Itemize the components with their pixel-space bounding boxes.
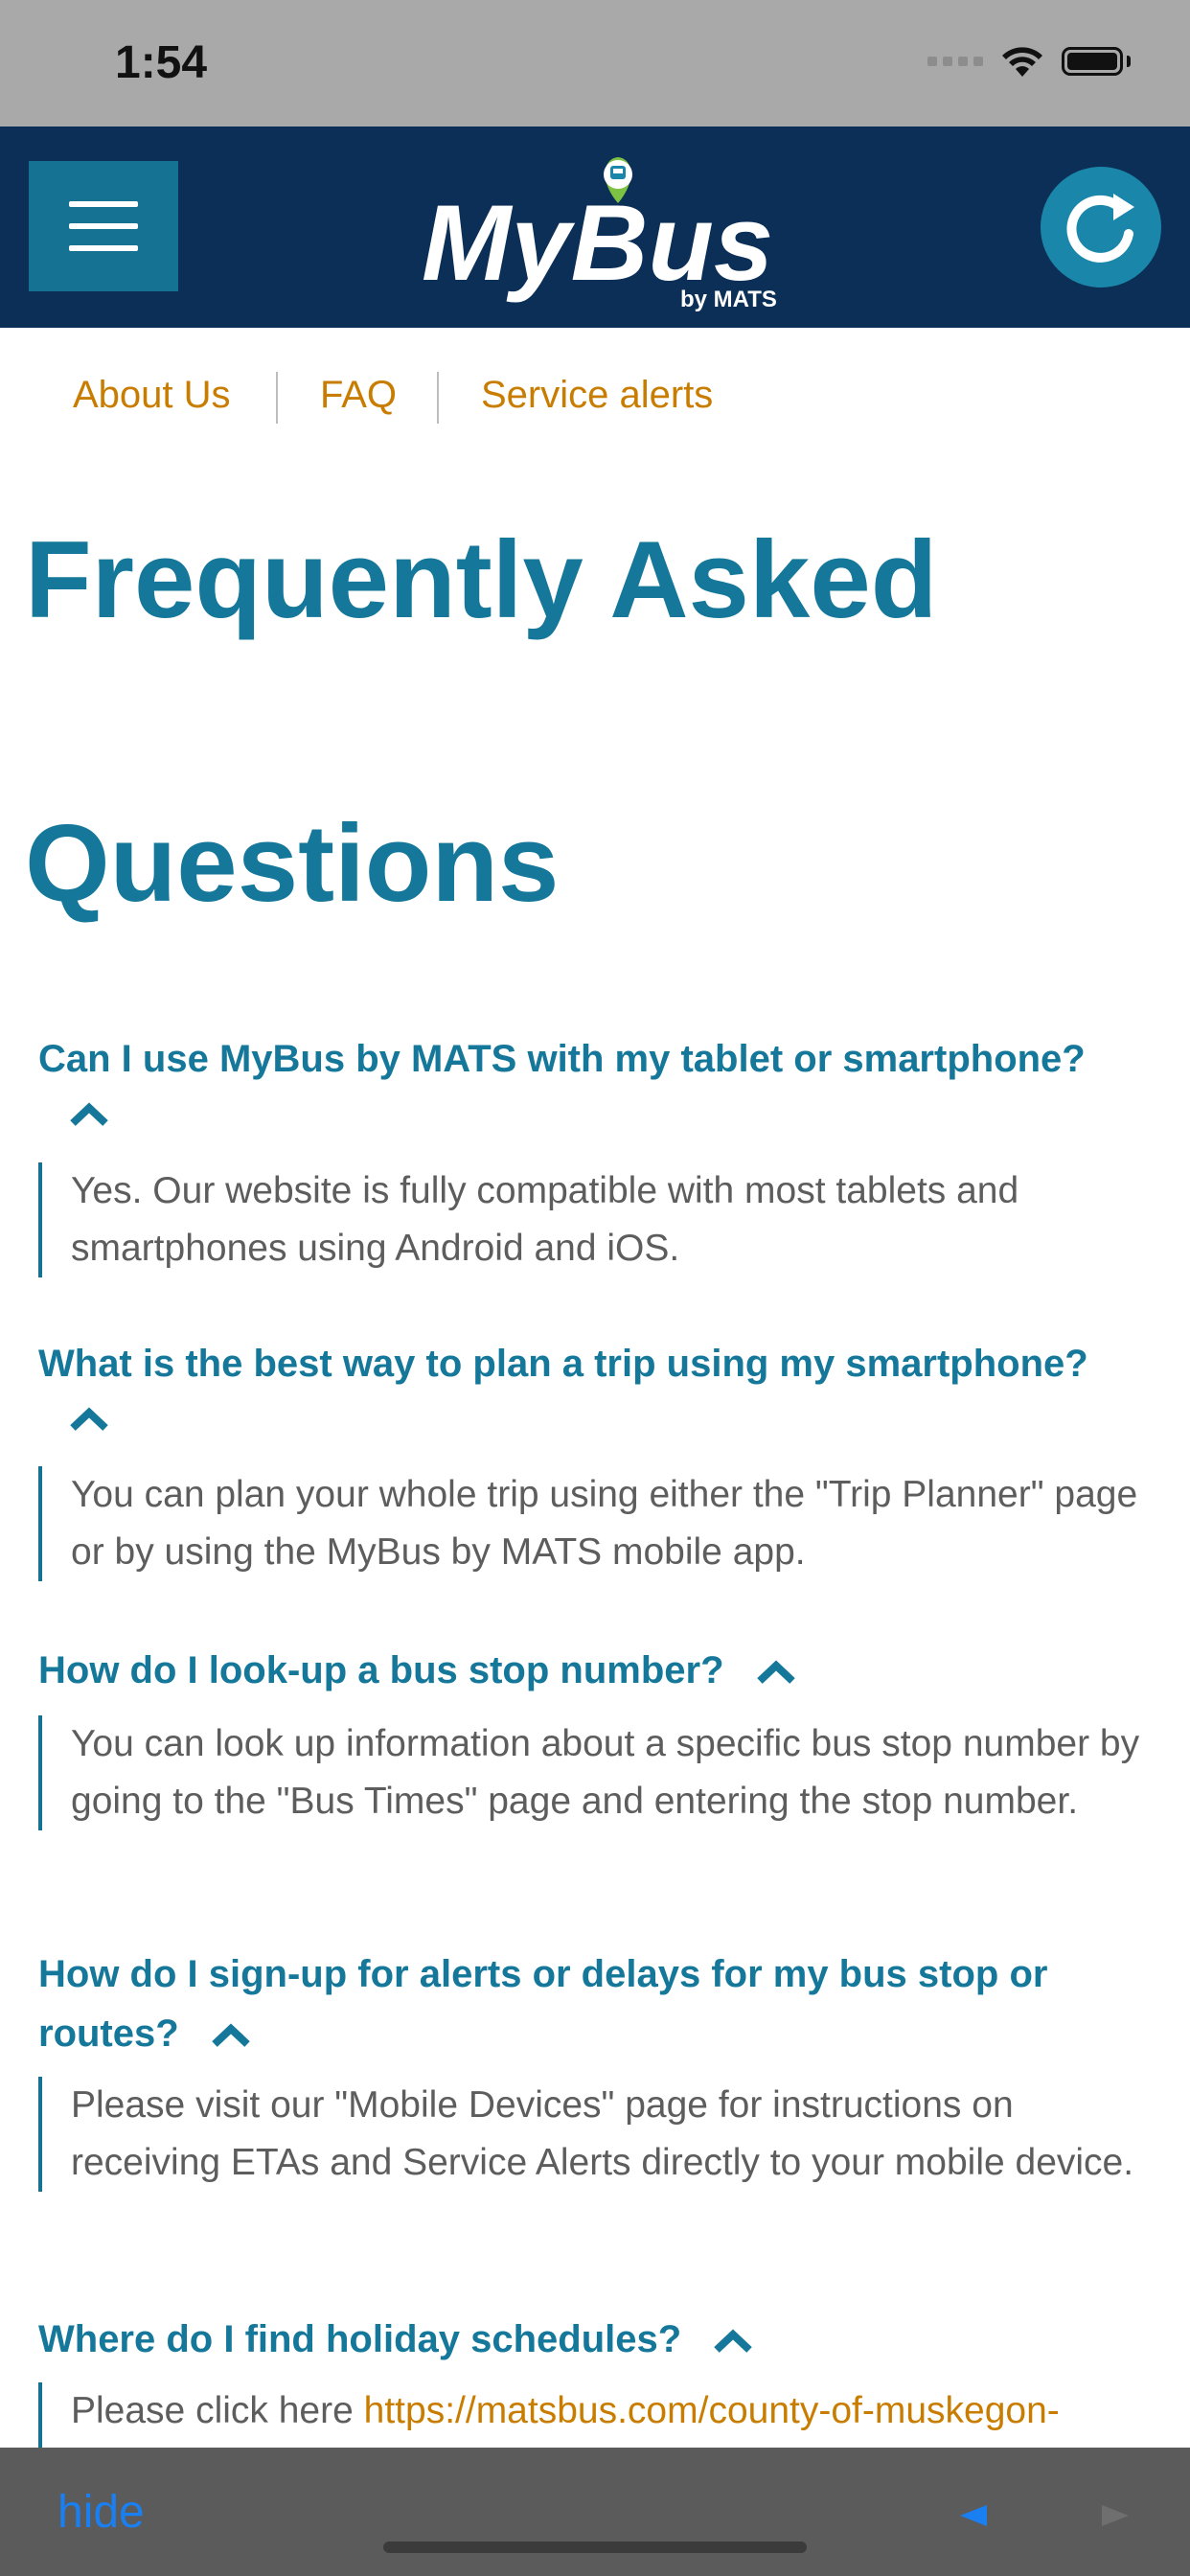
top-nav-links: About Us FAQ Service alerts: [0, 345, 1190, 450]
faq-answer-4: Please visit our "Mobile Devices" page f…: [38, 2077, 1140, 2192]
holiday-schedules-link[interactable]: https://matsbus.com/county-of-muskegon-: [364, 2390, 1060, 2431]
chevron-up-icon[interactable]: [67, 1405, 111, 1434]
battery-icon: [1062, 47, 1123, 76]
menu-button[interactable]: [29, 161, 178, 291]
svg-text:MyBus: MyBus: [422, 183, 773, 303]
faq-answer-text: Please click here: [71, 2390, 364, 2431]
faq-answer-2: You can plan your whole trip using eithe…: [38, 1466, 1140, 1581]
app-header: MyBus by MATS: [0, 126, 1190, 328]
mybus-logo[interactable]: MyBus by MATS: [422, 146, 805, 318]
battery-tip: [1127, 56, 1131, 67]
faq-answer-3: You can look up information about a spec…: [38, 1715, 1140, 1830]
faq-question-4[interactable]: How do I sign-up for alerts or delays fo…: [38, 1944, 1159, 2063]
chevron-up-icon[interactable]: [67, 1100, 111, 1129]
wifi-icon: [1002, 47, 1042, 77]
back-arrow-icon[interactable]: [958, 2503, 989, 2528]
status-time: 1:54: [115, 37, 208, 88]
bottom-toolbar: hide: [0, 2448, 1190, 2576]
faq-question-5[interactable]: Where do I find holiday schedules?: [38, 2310, 1159, 2369]
chevron-up-icon[interactable]: [711, 2327, 755, 2356]
refresh-icon: [1066, 194, 1134, 263]
divider: [437, 372, 439, 424]
faq-question-1[interactable]: Can I use MyBus by MATS with my tablet o…: [38, 1029, 1159, 1089]
forward-arrow-icon[interactable]: [1100, 2503, 1131, 2528]
service-alerts-link[interactable]: Service alerts: [481, 374, 713, 417]
faq-question-3[interactable]: How do I look-up a bus stop number?: [38, 1641, 1159, 1700]
status-bar: 1:54: [0, 0, 1190, 126]
status-icons: [927, 42, 1131, 80]
about-us-link[interactable]: About Us: [73, 374, 231, 417]
divider: [276, 372, 278, 424]
faq-question-text: Where do I find holiday schedules?: [38, 2318, 682, 2360]
page-title-line-2: Questions: [25, 803, 560, 925]
refresh-button[interactable]: [1041, 167, 1161, 288]
chevron-up-icon[interactable]: [209, 2021, 253, 2050]
svg-text:by MATS: by MATS: [680, 287, 777, 312]
faq-answer-5: Please click here https://matsbus.com/co…: [38, 2382, 1140, 2448]
logo-graphic: MyBus by MATS: [422, 157, 777, 312]
faq-question-text: How do I sign-up for alerts or delays fo…: [38, 1953, 1048, 2055]
faq-answer-1: Yes. Our website is fully compatible wit…: [38, 1162, 1140, 1277]
faq-question-text: Can I use MyBus by MATS with my tablet o…: [38, 1038, 1086, 1080]
page-title-line-1: Frequently Asked: [25, 519, 938, 641]
chevron-up-icon[interactable]: [754, 1658, 798, 1687]
faq-question-text: How do I look-up a bus stop number?: [38, 1649, 724, 1691]
faq-link[interactable]: FAQ: [320, 374, 397, 417]
hide-button[interactable]: hide: [57, 2486, 145, 2539]
faq-question-text: What is the best way to plan a trip usin…: [38, 1343, 1088, 1385]
cellular-signal-icon: [927, 57, 983, 66]
home-indicator: [383, 2542, 807, 2553]
faq-question-2[interactable]: What is the best way to plan a trip usin…: [38, 1334, 1159, 1393]
